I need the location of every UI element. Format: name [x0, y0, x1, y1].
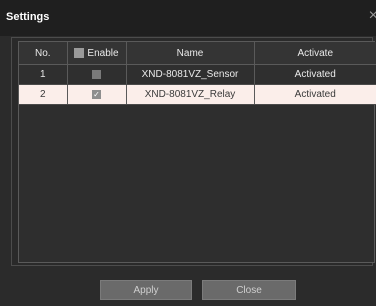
title-bar: Settings ×	[0, 0, 376, 36]
enable-checkbox[interactable]	[92, 69, 101, 79]
settings-dialog: Settings × No. Enable Name Activate 1 XN…	[0, 0, 376, 306]
enable-header-label: Enable	[87, 47, 119, 59]
select-all-checkbox[interactable]	[74, 47, 85, 58]
device-table: No. Enable Name Activate 1 XND-8081VZ_Se…	[18, 41, 376, 263]
device-name: XND-8081VZ_Relay	[126, 84, 255, 105]
table-row[interactable]: 1 XND-8081VZ_Sensor Activated	[19, 64, 376, 85]
device-name: XND-8081VZ_Sensor	[126, 64, 255, 85]
apply-button[interactable]: Apply	[100, 280, 192, 300]
column-header-name[interactable]: Name	[126, 42, 255, 65]
device-panel: No. Enable Name Activate 1 XND-8081VZ_Se…	[11, 37, 376, 266]
table-header-row: No. Enable Name Activate	[19, 42, 376, 65]
enable-cell	[67, 64, 127, 85]
close-icon[interactable]: ×	[369, 8, 376, 24]
column-header-no[interactable]: No.	[19, 42, 68, 65]
column-header-activate[interactable]: Activate	[254, 42, 376, 65]
close-button[interactable]: Close	[202, 280, 296, 300]
row-number: 2	[19, 84, 68, 105]
activate-status: Activated	[254, 84, 376, 105]
enable-cell: ✓	[67, 84, 127, 105]
activate-status: Activated	[254, 64, 376, 85]
row-number: 1	[19, 64, 68, 85]
table-row-selected[interactable]: 2 ✓ XND-8081VZ_Relay Activated	[19, 84, 376, 105]
column-header-enable[interactable]: Enable	[67, 42, 127, 65]
dialog-title: Settings	[6, 11, 50, 23]
enable-checkbox-checked[interactable]: ✓	[92, 89, 101, 99]
